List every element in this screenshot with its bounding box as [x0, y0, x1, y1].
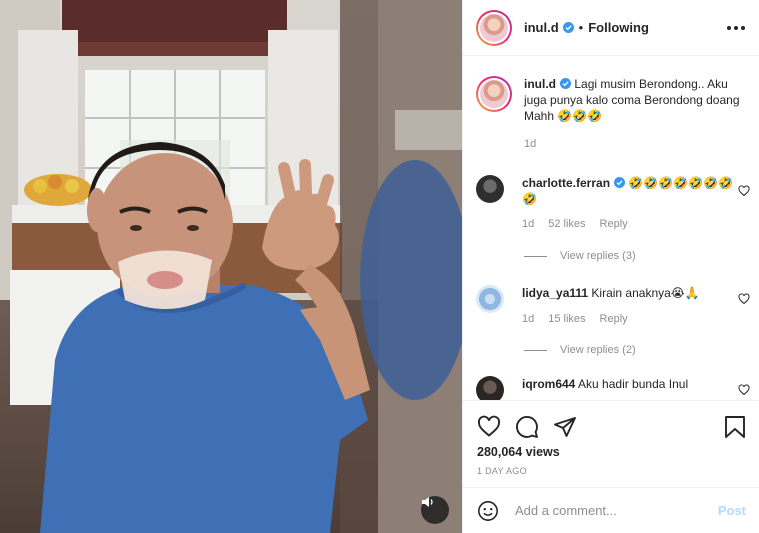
comments-list[interactable]: inul.d Lagi musim Berondong.. Aku juga p…	[463, 57, 759, 400]
post-actions: 280,064 views 1 DAY AGO	[463, 400, 759, 476]
heart-icon[interactable]	[738, 293, 750, 305]
post-side-panel: inul.d • Following inul.d Lagi musim Ber…	[462, 0, 759, 533]
comment-text: Aku hadir bunda Inul	[578, 377, 689, 391]
post-header: inul.d • Following	[463, 0, 759, 56]
commenter-avatar[interactable]	[476, 175, 504, 203]
view-replies-label: View replies (2)	[560, 344, 636, 356]
caption-time[interactable]: 1d	[524, 136, 536, 152]
caption: inul.d Lagi musim Berondong.. Aku juga p…	[476, 76, 746, 152]
heart-icon[interactable]	[738, 185, 750, 197]
following-button[interactable]: Following	[588, 20, 649, 35]
verified-badge-icon	[562, 22, 574, 33]
comment-item: lidya_ya111 Kirain anaknya😭🙏 1d 15 likes…	[476, 285, 750, 327]
caption-text: Lagi musim Berondong.. Aku juga punya ka…	[524, 77, 740, 123]
header-separator: •	[578, 20, 584, 35]
commenter-avatar[interactable]	[476, 285, 504, 313]
view-replies-button[interactable]: View replies (3)	[524, 250, 636, 262]
commenter-username[interactable]: iqrom644	[522, 377, 575, 391]
comment-likes[interactable]: 15 likes	[548, 311, 585, 327]
smiley-icon[interactable]	[477, 500, 499, 522]
commenter-username[interactable]: charlotte.ferran	[522, 176, 610, 190]
bookmark-icon[interactable]	[724, 415, 746, 439]
author-username[interactable]: inul.d	[524, 20, 559, 35]
heart-icon[interactable]	[738, 384, 750, 396]
comment-item: iqrom644 Aku hadir bunda Inul	[476, 376, 750, 400]
view-replies-button[interactable]: View replies (2)	[524, 344, 636, 356]
post-time[interactable]: 1 DAY AGO	[477, 466, 746, 476]
views-count[interactable]: 280,064 views	[477, 445, 746, 459]
heart-icon[interactable]	[477, 415, 501, 439]
comment-likes[interactable]: 52 likes	[548, 216, 585, 232]
video-frame	[0, 0, 462, 533]
mute-button[interactable]	[421, 496, 449, 524]
reply-button[interactable]: Reply	[600, 311, 628, 327]
author-avatar[interactable]	[476, 9, 512, 46]
verified-badge-icon	[560, 78, 571, 89]
paper-plane-icon[interactable]	[553, 415, 577, 439]
comment-text: Kirain anaknya😭🙏	[591, 286, 700, 300]
comment-input[interactable]	[515, 503, 718, 518]
post-button[interactable]: Post	[718, 503, 746, 518]
more-dots-icon[interactable]	[727, 18, 745, 38]
speaker-icon	[422, 497, 433, 507]
commenter-username[interactable]: lidya_ya111	[522, 286, 588, 300]
commenter-avatar[interactable]	[476, 376, 504, 400]
caption-username[interactable]: inul.d	[524, 77, 556, 91]
comment-time[interactable]: 1d	[522, 311, 534, 327]
post-video[interactable]	[0, 0, 462, 533]
comment-time[interactable]: 1d	[522, 216, 534, 232]
comment-bubble-icon[interactable]	[515, 415, 539, 439]
verified-badge-icon	[614, 177, 626, 188]
caption-avatar[interactable]	[476, 76, 512, 112]
add-comment-bar: Post	[463, 487, 759, 533]
reply-button[interactable]: Reply	[600, 216, 628, 232]
view-replies-label: View replies (3)	[560, 250, 636, 262]
comment-item: charlotte.ferran 🤣🤣🤣🤣🤣🤣🤣🤣 1d 52 likes Re…	[476, 175, 750, 232]
